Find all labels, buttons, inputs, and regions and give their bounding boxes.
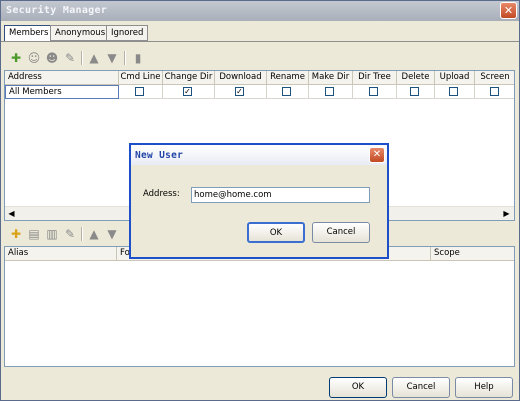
change-dir-checkbox[interactable]: ✓ xyxy=(183,87,192,96)
table-cell xyxy=(435,85,475,99)
dialog-title-bar: New User ✕ xyxy=(131,145,387,165)
toolbar-separator xyxy=(124,51,126,65)
table-cell xyxy=(267,85,309,99)
tab-anonymous[interactable]: Anonymous xyxy=(50,25,111,41)
dialog-cancel-button[interactable]: Cancel xyxy=(312,222,370,243)
address-label: Address: xyxy=(143,189,180,199)
column-header-alias[interactable]: Alias xyxy=(5,247,117,261)
column-header-rename[interactable]: Rename xyxy=(267,71,309,85)
tab-ignored[interactable]: Ignored xyxy=(106,25,149,41)
move-down-icon[interactable]: ▼ xyxy=(105,227,119,241)
column-header-dir-tree[interactable]: Dir Tree xyxy=(353,71,397,85)
screen-checkbox[interactable] xyxy=(490,87,499,96)
table-cell xyxy=(397,85,435,99)
toolbar-separator xyxy=(81,51,83,65)
table-cell: ✓ xyxy=(163,85,215,99)
edit-user-icon[interactable]: ☺ xyxy=(27,51,41,65)
table-cell xyxy=(309,85,353,99)
table-row-address[interactable]: All Members xyxy=(5,85,119,99)
table-cell xyxy=(119,85,163,99)
column-header-address[interactable]: Address xyxy=(5,71,119,85)
help-button[interactable]: Help xyxy=(455,377,513,398)
dialog-title: New User xyxy=(135,150,184,161)
add-user-icon[interactable]: ✚ xyxy=(9,51,23,65)
eraser-icon[interactable]: ✎ xyxy=(63,227,77,241)
make-dir-checkbox[interactable] xyxy=(325,87,334,96)
column-header-download[interactable]: Download xyxy=(215,71,267,85)
move-up-icon[interactable]: ▲ xyxy=(87,227,101,241)
tab-divider xyxy=(1,41,519,42)
table-cell xyxy=(353,85,397,99)
close-icon[interactable]: ✕ xyxy=(500,2,517,19)
dir-tree-checkbox[interactable] xyxy=(369,87,378,96)
column-header-screen[interactable]: Screen xyxy=(475,71,514,85)
dialog-close-icon[interactable]: ✕ xyxy=(369,147,385,163)
column-header-upload[interactable]: Upload xyxy=(435,71,475,85)
rename-checkbox[interactable] xyxy=(282,87,291,96)
remove-alias-icon[interactable]: ▥ xyxy=(45,227,59,241)
scroll-right-icon[interactable]: ▶ xyxy=(500,207,513,220)
eraser-icon[interactable]: ✎ xyxy=(63,51,77,65)
cmd-line-checkbox[interactable] xyxy=(135,87,144,96)
table-cell xyxy=(475,85,514,99)
toolbar-separator xyxy=(81,227,83,241)
table-cell: ✓ xyxy=(215,85,267,99)
delete-icon[interactable]: ▮ xyxy=(131,51,145,65)
title-bar: Security Manager ✕ xyxy=(1,1,519,21)
column-header-make-dir[interactable]: Make Dir xyxy=(309,71,353,85)
window-title: Security Manager xyxy=(6,5,108,16)
alias-table[interactable]: Alias Fo Scope xyxy=(4,246,515,367)
move-up-icon[interactable]: ▲ xyxy=(87,51,101,65)
download-checkbox[interactable]: ✓ xyxy=(235,87,244,96)
scroll-left-icon[interactable]: ◀ xyxy=(5,207,18,220)
remove-user-icon[interactable]: ☻ xyxy=(45,51,59,65)
dialog-ok-button[interactable]: OK xyxy=(247,222,305,243)
move-down-icon[interactable]: ▼ xyxy=(105,51,119,65)
add-alias-icon[interactable]: ✚ xyxy=(9,227,23,241)
column-header-cmd-line[interactable]: Cmd Line xyxy=(119,71,163,85)
tab-members[interactable]: Members xyxy=(4,25,54,42)
upload-checkbox[interactable] xyxy=(449,87,458,96)
column-header-delete[interactable]: Delete xyxy=(397,71,435,85)
edit-alias-icon[interactable]: ▤ xyxy=(27,227,41,241)
new-user-dialog: New User ✕ Address: home@home.com OK Can… xyxy=(129,143,389,259)
address-input[interactable]: home@home.com xyxy=(191,187,370,203)
cancel-button[interactable]: Cancel xyxy=(392,377,450,398)
column-header-change-dir[interactable]: Change Dir xyxy=(163,71,215,85)
column-header-scope[interactable]: Scope xyxy=(431,247,514,261)
ok-button[interactable]: OK xyxy=(329,377,387,398)
delete-checkbox[interactable] xyxy=(410,87,419,96)
